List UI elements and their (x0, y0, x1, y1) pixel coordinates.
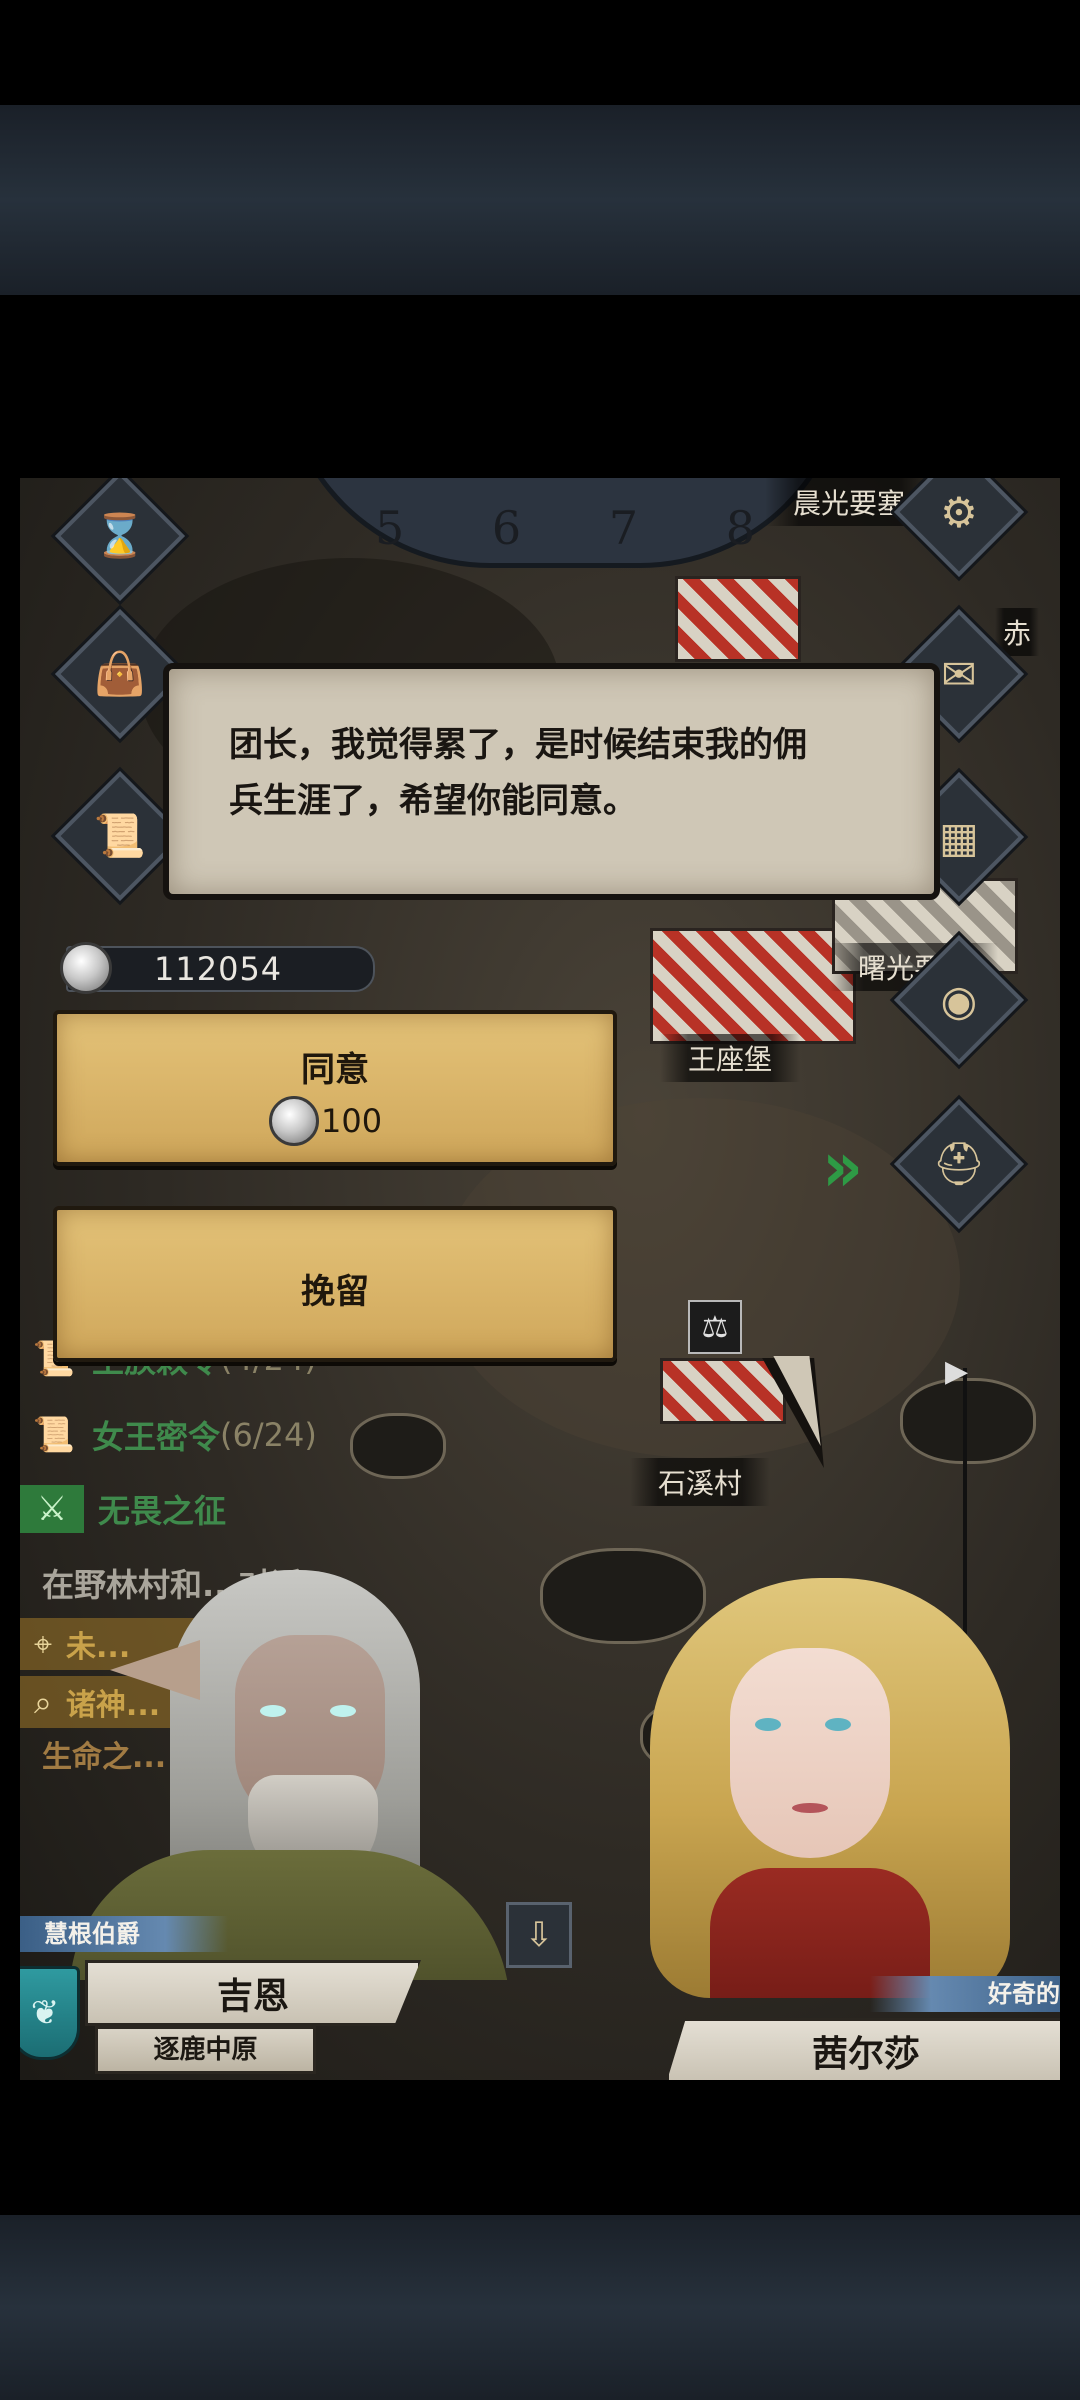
quest-item-queen-order[interactable]: 📜 女王密令 (6/24) (30, 1406, 317, 1464)
route-flag-icon: ▶ (945, 1354, 969, 1389)
coin-icon: ◉ (940, 975, 978, 1025)
map-lake (900, 1378, 1036, 1464)
chevron-down-icon: ⇩ (524, 1915, 554, 1955)
throne-castle-marker[interactable] (650, 928, 856, 1044)
map-label-throne-castle[interactable]: 王座堡 (660, 1034, 801, 1082)
silver-balance-value: 112054 (154, 950, 283, 988)
hourglass-icon: ⌛ (93, 511, 147, 560)
faction-shield-icon: ❦ (20, 1966, 80, 2060)
game-screen: 5 6 7 8 晨光要塞 赤 ⚖ 曙光要塞 王座堡 石溪村 » ▶ ⌛ 👜 📜 … (0, 0, 1080, 2400)
map-label-edge[interactable]: 赤 (995, 608, 1040, 656)
scroll-icon: 📜 (32, 1415, 76, 1455)
agree-cost: 100 (321, 1102, 383, 1140)
green-arrow-icon[interactable]: » (822, 1126, 863, 1208)
retain-button[interactable]: 挽留 (53, 1206, 617, 1362)
silver-balance: 112054 (60, 942, 375, 994)
quest-name: 女王密令 (92, 1418, 221, 1456)
target-icon: ⌖ (34, 1624, 53, 1663)
timeline-tick: 8 (725, 501, 755, 555)
gear-icon: ⚙ (940, 487, 978, 537)
speaker-trait-right: 好奇的 (870, 1976, 1060, 2012)
magnifier-icon: ⌕ (34, 1682, 52, 1721)
timeline-tick: 7 (608, 501, 639, 555)
speaker-name-left: 吉恩 (85, 1960, 421, 2026)
silver-coin-icon (60, 942, 112, 994)
speaker-title-left: 慧根伯爵 (20, 1916, 228, 1952)
helmet-icon: ⛑ (932, 1139, 986, 1188)
sword-icon: ⚔ (20, 1485, 84, 1533)
silver-coin-icon (269, 1096, 319, 1146)
game-viewport: 5 6 7 8 晨光要塞 赤 ⚖ 曙光要塞 王座堡 石溪村 » ▶ ⌛ 👜 📜 … (20, 478, 1060, 2080)
portrait-right (620, 1578, 1060, 1998)
speaker-faction-left: 逐鹿中原 (95, 2026, 316, 2074)
speech-bubble: 团长，我觉得累了，是时候结束我的佣 兵生涯了，希望你能同意。 (163, 663, 940, 900)
dialog-line: 团长，我觉得累了，是时候结束我的佣 (229, 725, 807, 765)
quest-item-fearless-campaign[interactable]: ⚔ 无畏之征 (20, 1480, 226, 1538)
map-label-stone-brook-village[interactable]: 石溪村 (630, 1458, 771, 1506)
speaker-name-right: 茜尔莎 (666, 2018, 1060, 2080)
castle-marker[interactable] (675, 576, 801, 662)
quest-name: 无畏之征 (98, 1492, 227, 1530)
justice-banner-icon: ⚖ (688, 1300, 742, 1354)
retain-label: 挽留 (301, 1272, 369, 1312)
top-frame-band (0, 105, 1080, 295)
agree-button[interactable]: 同意 100 (53, 1010, 617, 1166)
quest-progress: (6/24) (220, 1416, 317, 1454)
map-scroll-icon: 📜 (93, 811, 147, 860)
bottom-frame-band (0, 2215, 1080, 2400)
dialog-text: 团长，我觉得累了，是时候结束我的佣 兵生涯了，希望你能同意。 (229, 717, 869, 829)
collapse-button[interactable]: ⇩ (506, 1902, 572, 1968)
agree-label: 同意 (301, 1050, 369, 1090)
map-lake (350, 1413, 446, 1479)
bag-icon: 👜 (93, 649, 147, 698)
timeline-tick: 6 (491, 501, 522, 555)
dialog-line: 兵生涯了，希望你能同意。 (229, 781, 637, 821)
timeline-tick: 5 (375, 501, 405, 555)
